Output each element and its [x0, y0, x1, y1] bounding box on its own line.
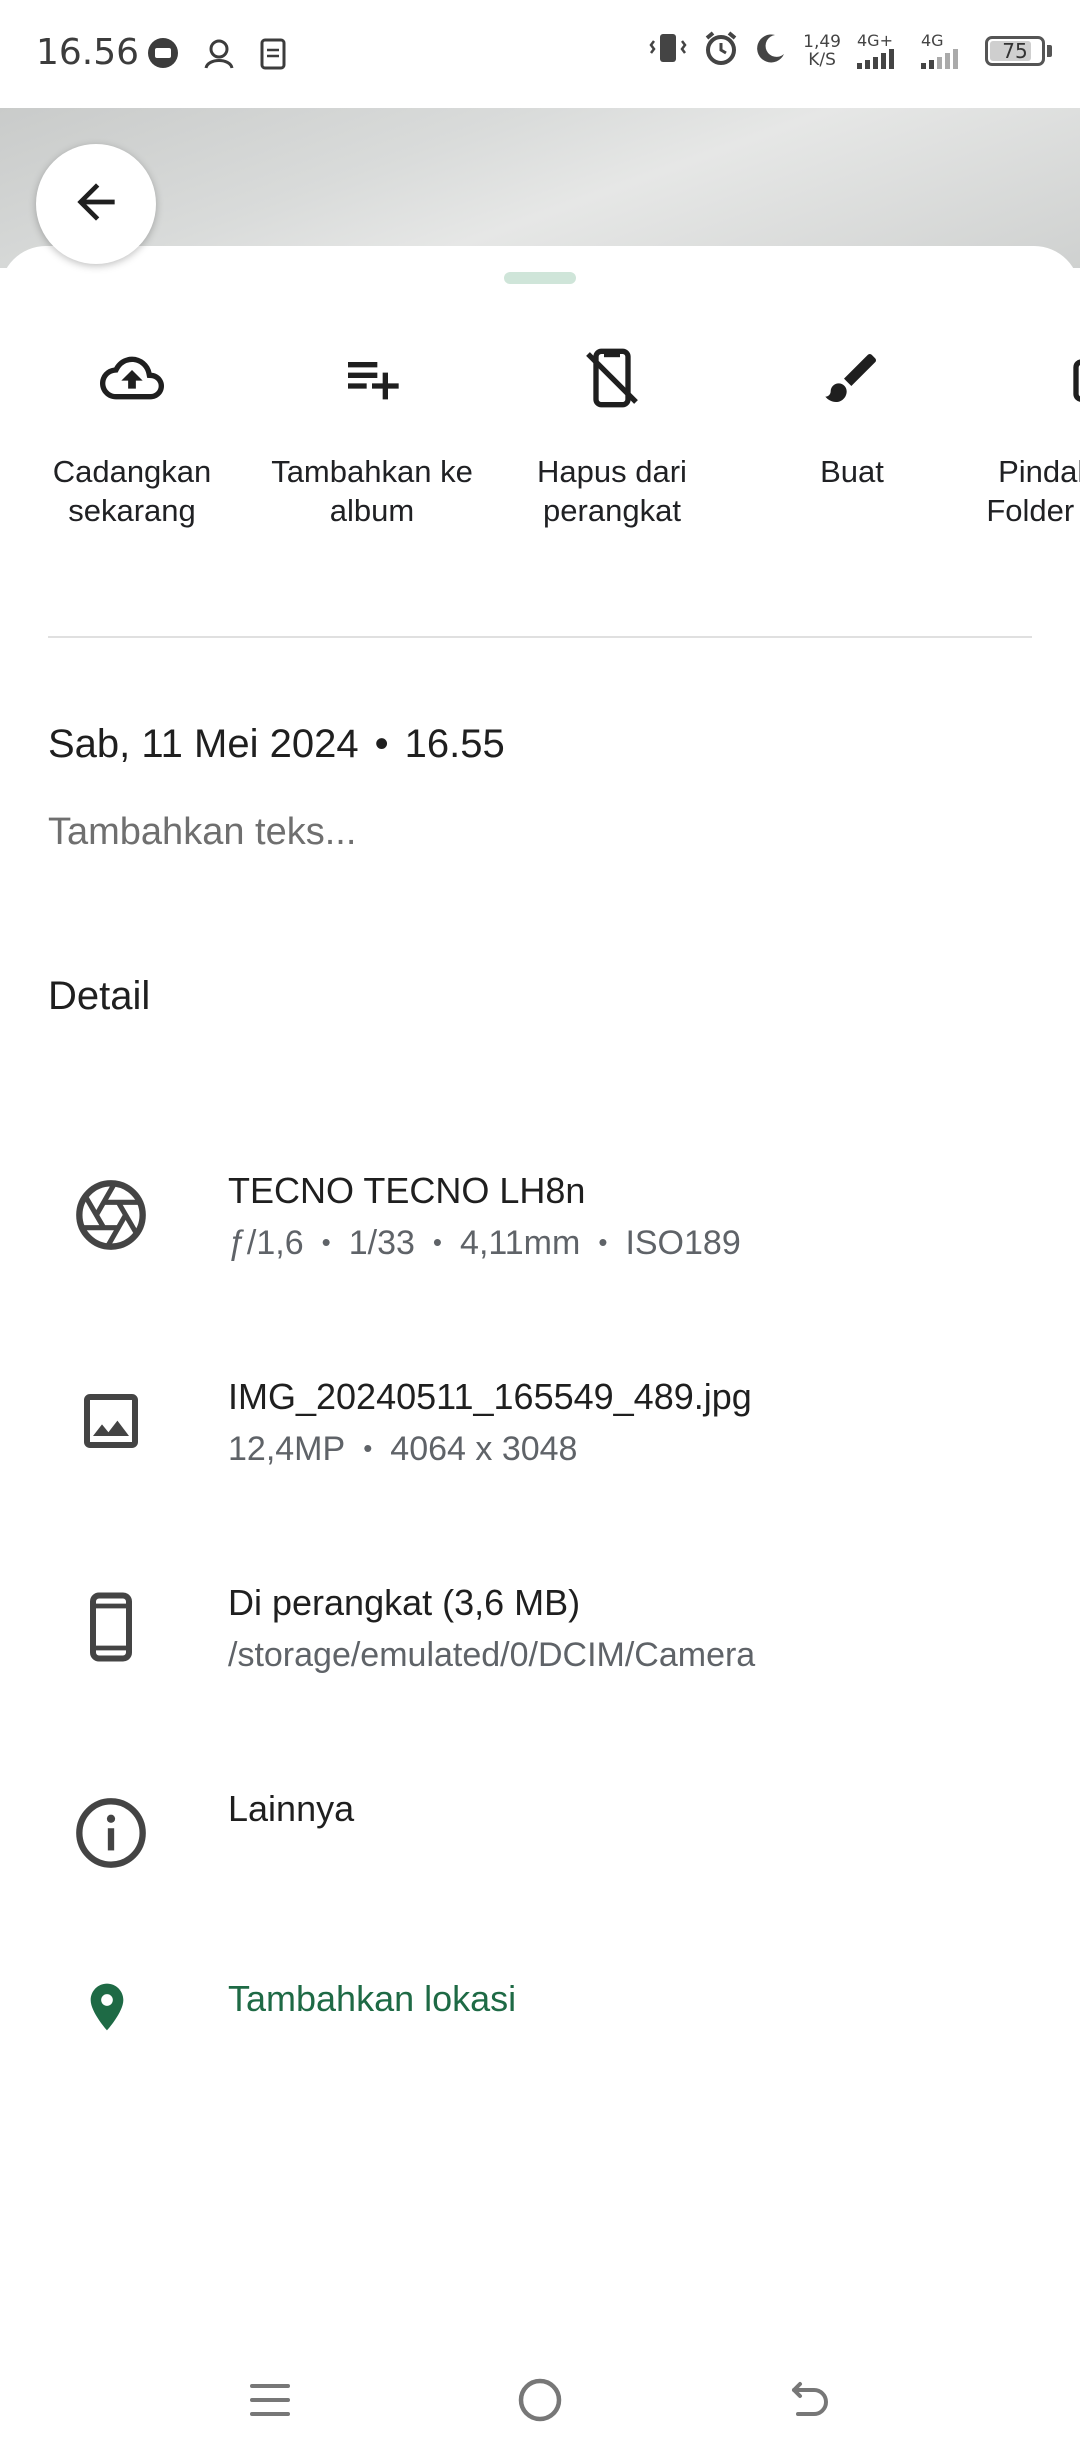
delete-from-device-label: Hapus dari perangkat — [537, 454, 687, 528]
location-pin-icon — [66, 1966, 148, 2048]
storage-path: /storage/emulated/0/DCIM/Camera — [228, 1636, 756, 1674]
home-button[interactable] — [500, 2362, 580, 2442]
info-icon — [70, 1792, 152, 1874]
network-speed-value: 1,49 — [803, 31, 841, 52]
resolution-value: 4064 x 3048 — [390, 1430, 578, 1468]
file-size-info: 12,4MP • 4064 x 3048 — [228, 1430, 578, 1468]
remove-from-device-icon — [572, 338, 652, 418]
photo-preview[interactable] — [0, 108, 1080, 268]
separator-dot: • — [374, 722, 389, 766]
arrow-back-icon — [68, 174, 124, 235]
menu-lines-icon — [248, 2378, 292, 2427]
delete-from-device-button[interactable]: Hapus dari perangkat — [492, 326, 732, 530]
phone-device-icon — [70, 1586, 152, 1668]
add-to-album-button[interactable]: Tambahkan ke album — [252, 326, 492, 530]
storage-location: Di perangkat (3,6 MB) — [228, 1582, 581, 1623]
network-type-1: 4G+ — [857, 30, 893, 50]
notification-icons — [146, 36, 288, 75]
create-label: Buat — [820, 454, 884, 489]
backup-now-button[interactable]: Cadangkan sekarang — [12, 326, 252, 530]
system-navigation-bar — [0, 2340, 1080, 2460]
focal-length-value: 4,11mm — [460, 1224, 581, 1262]
photo-date-time[interactable]: Sab, 11 Mei 2024 • 16.55 — [48, 722, 505, 767]
details-sheet: Cadangkan sekarang Tambahkan ke album Ha… — [0, 246, 1080, 2460]
detail-heading: Detail — [48, 974, 151, 1018]
back-nav-button[interactable] — [770, 2362, 850, 2442]
photo-time: 16.55 — [404, 722, 505, 766]
brush-icon — [812, 338, 892, 418]
file-name: IMG_20240511_165549_489.jpg — [228, 1376, 752, 1417]
photo-date: Sab, 11 Mei 2024 — [48, 722, 359, 766]
back-button[interactable] — [36, 144, 156, 264]
backup-now-label: Cadangkan sekarang — [52, 454, 212, 528]
add-location-label: Tambahkan lokasi — [228, 1978, 517, 2019]
do-not-disturb-moon-icon — [755, 32, 787, 69]
action-row: Cadangkan sekarang Tambahkan ke album Ha… — [0, 326, 1080, 586]
add-caption-input[interactable]: Tambahkan teks... — [48, 811, 356, 854]
vibrate-icon — [649, 31, 687, 70]
megapixels-value: 12,4MP — [228, 1430, 346, 1468]
network-speed-unit: K/S — [808, 49, 836, 70]
network-speed: 1,49 K/S — [803, 33, 841, 69]
alarm-icon — [703, 30, 739, 71]
aperture-value: ƒ/1,6 — [228, 1224, 304, 1262]
signal-bars-2-icon — [921, 48, 958, 69]
battery-nub — [1047, 44, 1052, 57]
status-bar: 16.56 1,49 K/S 4G+ 4G 75 — [0, 0, 1080, 108]
camera-exif: ƒ/1,6 • 1/33 • 4,11mm • ISO189 — [228, 1224, 741, 1262]
playlist-add-icon — [332, 338, 412, 418]
recents-button[interactable] — [230, 2362, 310, 2442]
clipboard-notification-icon — [258, 36, 288, 75]
shutter-value: 1/33 — [348, 1224, 415, 1262]
back-arrow-icon — [786, 2376, 834, 2429]
cloud-upload-icon — [92, 338, 172, 418]
signal-sim1: 4G+ — [857, 30, 905, 69]
create-button[interactable]: Buat — [732, 326, 972, 491]
battery-level: 75 — [1002, 38, 1028, 63]
status-right: 1,49 K/S 4G+ 4G 75 — [649, 30, 1052, 71]
iso-value: ISO189 — [625, 1224, 741, 1262]
status-time: 16.56 — [36, 32, 140, 73]
signal-bars-1-icon — [857, 48, 894, 69]
divider — [48, 636, 1032, 638]
network-type-2: 4G — [921, 30, 944, 50]
avatar-notification-icon — [202, 36, 236, 75]
add-to-album-label: Tambahkan ke album — [271, 454, 473, 528]
more-info-label: Lainnya — [228, 1788, 355, 1829]
signal-sim2: 4G — [921, 30, 969, 69]
move-to-locked-folder-label: Pindahkan ke Folder Terkunci — [986, 454, 1080, 528]
move-to-locked-folder-button[interactable]: Pindahkan ke Folder Terkunci — [972, 326, 1080, 530]
chat-notification-icon — [146, 36, 180, 75]
camera-aperture-icon — [70, 1174, 152, 1256]
move-icon — [1052, 338, 1080, 418]
sheet-drag-handle[interactable] — [504, 272, 576, 284]
battery-indicator: 75 — [985, 35, 1045, 66]
camera-model: TECNO TECNO LH8n — [228, 1170, 586, 1211]
image-icon — [70, 1380, 152, 1462]
home-circle-icon — [516, 2376, 564, 2429]
